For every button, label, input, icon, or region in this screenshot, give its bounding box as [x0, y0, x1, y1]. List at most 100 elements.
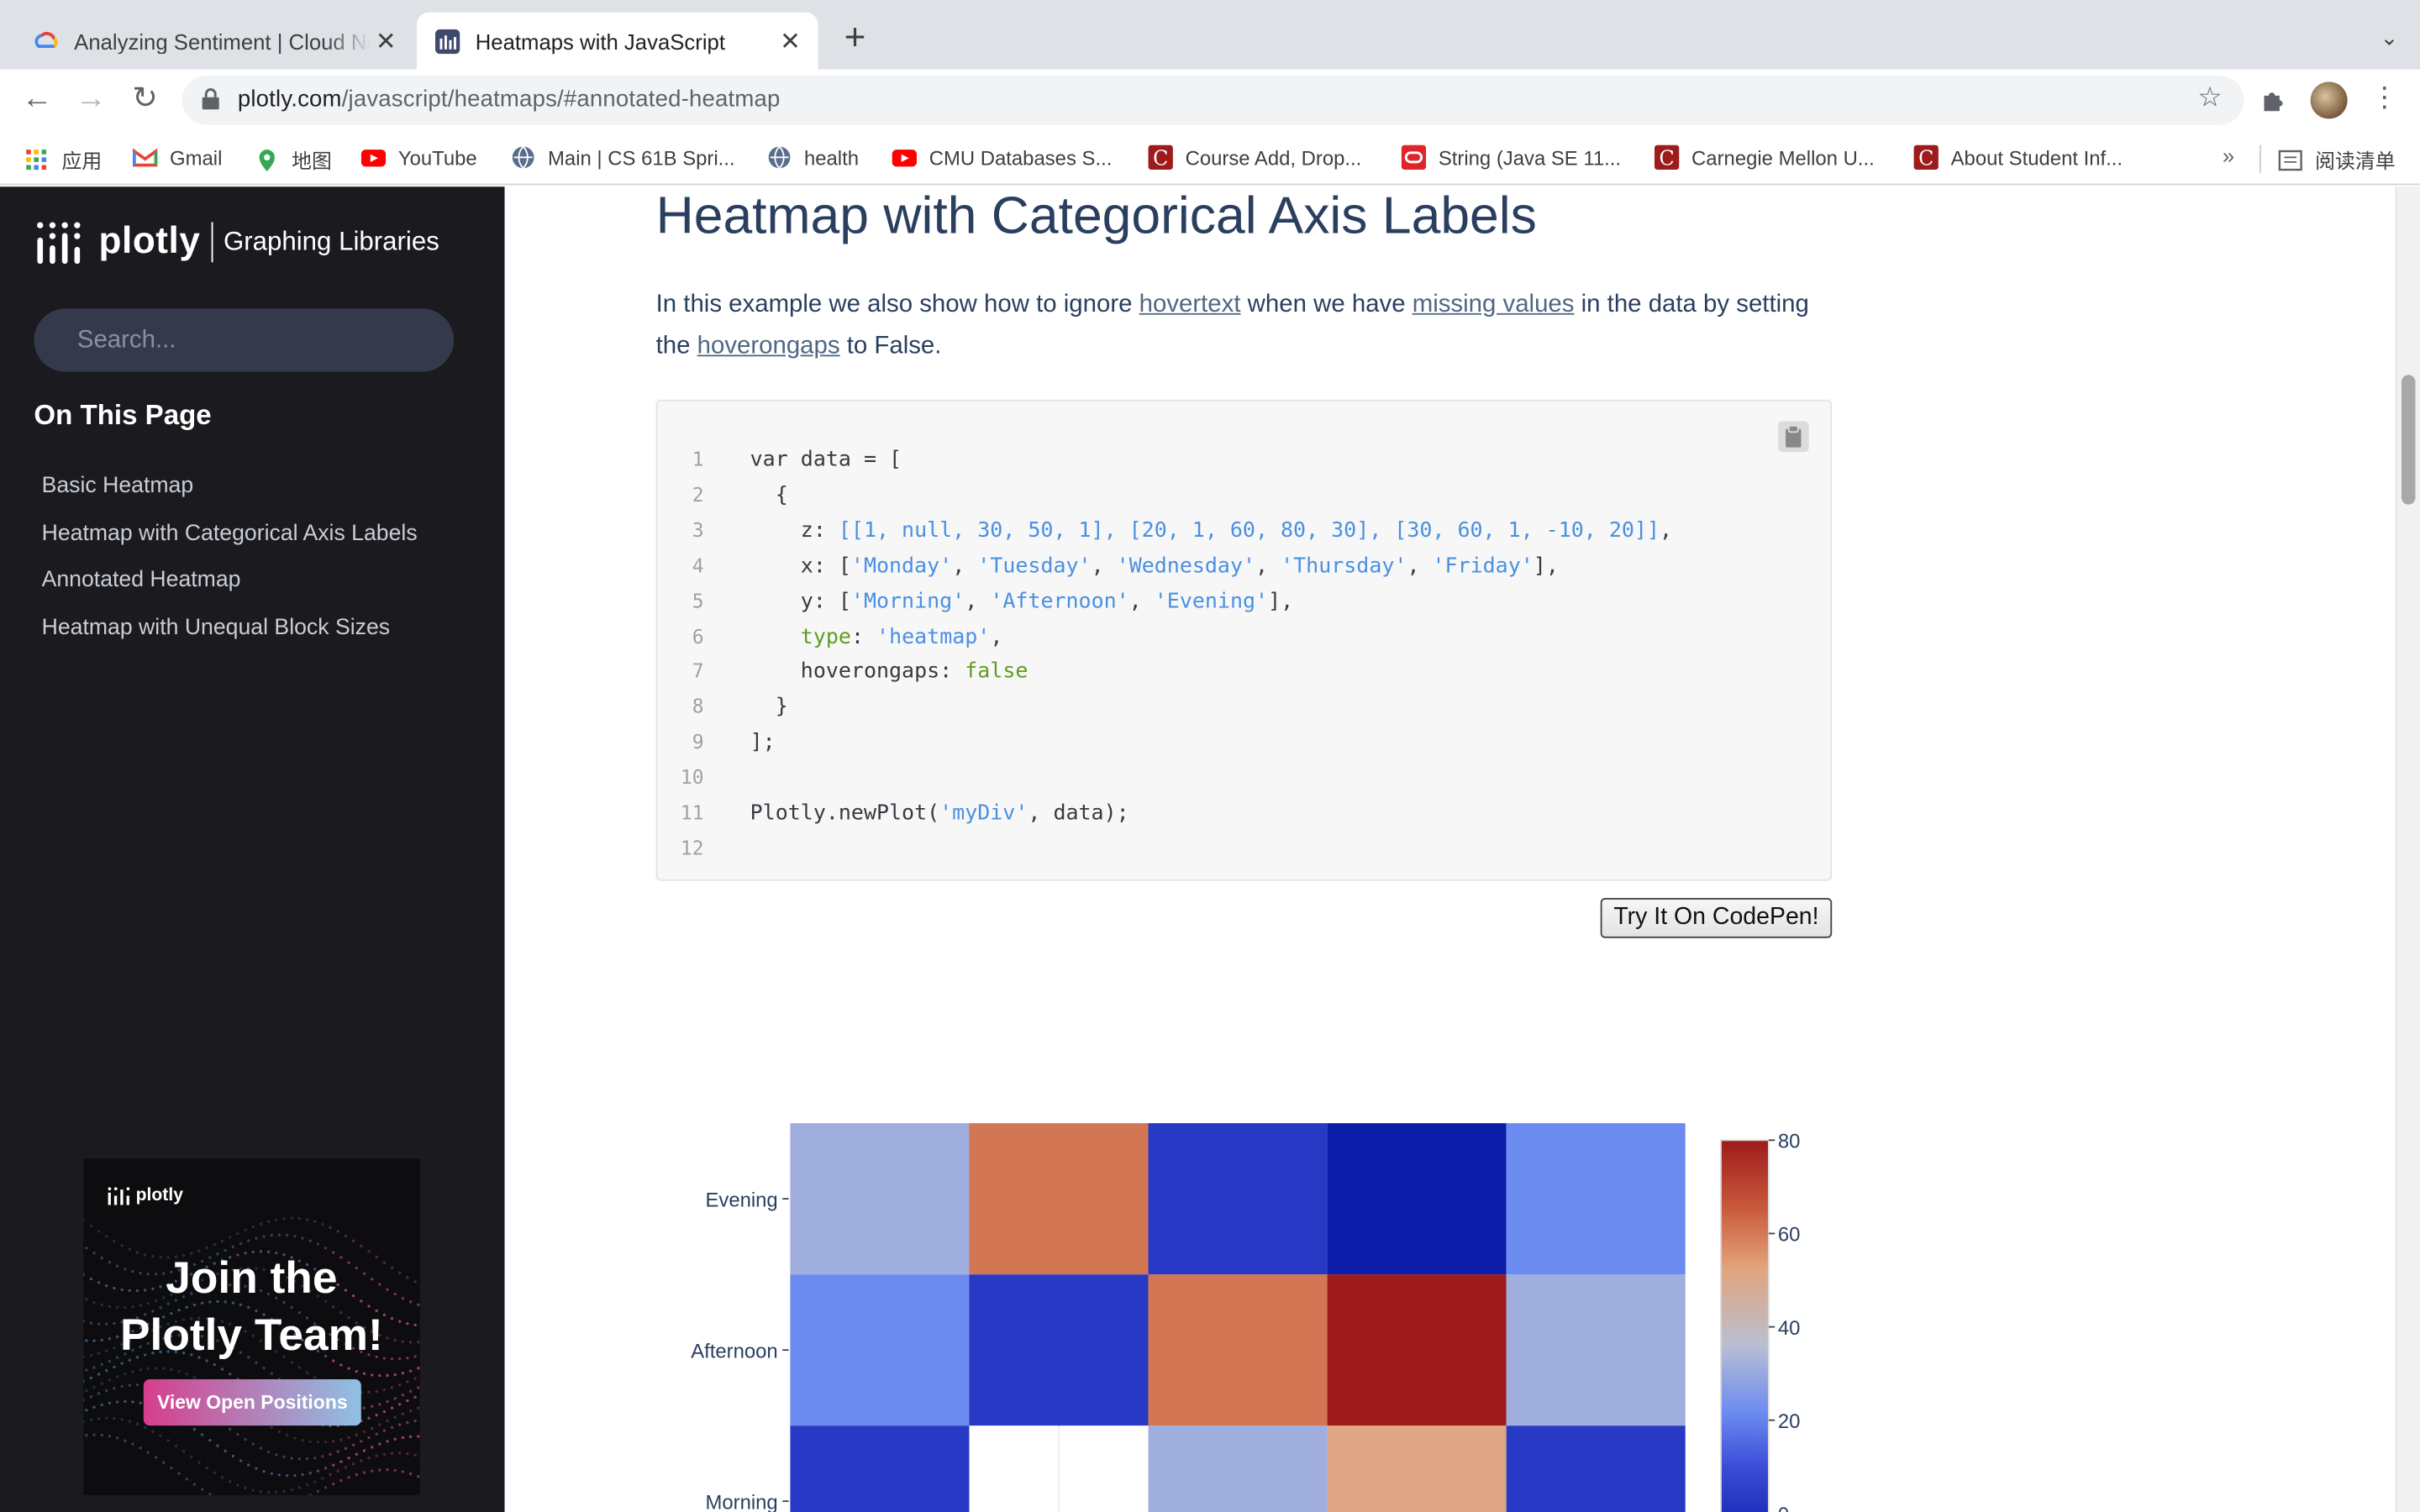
google-cloud-icon — [34, 31, 58, 48]
heatmap-cell — [1506, 1123, 1686, 1275]
bookmark-item[interactable]: 地图 — [255, 145, 332, 175]
logo-subtitle: Graphing Libraries — [223, 227, 439, 256]
colorbar-tick-label: 80 — [1778, 1131, 1801, 1153]
address-bar[interactable]: plotly.com/javascript/heatmaps/#annotate… — [182, 76, 2244, 125]
svg-text:C: C — [1918, 147, 1933, 171]
bookmark-item[interactable]: health — [767, 145, 859, 170]
heatmap-cell — [1148, 1274, 1328, 1426]
bookmark-label: 地图 — [292, 150, 332, 173]
tab-analyzing-sentiment[interactable]: Analyzing Sentiment | Cloud Natural Lang… — [15, 13, 413, 70]
toc-item-basic-heatmap[interactable]: Basic Heatmap — [42, 470, 418, 517]
tab-bar: Analyzing Sentiment | Cloud Natural Lang… — [0, 0, 2420, 70]
apps-grid-icon — [26, 149, 47, 170]
toc-item-annotated-heatmap[interactable]: Annotated Heatmap — [42, 564, 418, 612]
promo-logo-text: plotly — [135, 1186, 183, 1205]
close-tab-icon[interactable]: ✕ — [775, 25, 806, 56]
close-tab-icon[interactable]: ✕ — [371, 25, 402, 56]
divider — [2259, 144, 2261, 173]
profile-avatar[interactable] — [2310, 81, 2348, 119]
reload-icon[interactable]: ↻ — [127, 81, 164, 118]
colorbar-tick-label: 60 — [1778, 1224, 1801, 1247]
more-menu-icon[interactable]: ⋮ — [2370, 81, 2398, 114]
bookmark-label: Course Add, Drop... — [1185, 145, 1362, 170]
colorbar-tick-label: 0 — [1778, 1504, 1789, 1512]
toc-list: Basic Heatmap Heatmap with Categorical A… — [42, 470, 418, 659]
divider — [211, 222, 213, 263]
colorbar-tick-label: 20 — [1778, 1410, 1801, 1433]
cmu-icon: C — [1913, 144, 1939, 171]
heatmap-cell — [1148, 1425, 1328, 1512]
bookmark-label: Main | CS 61B Spri... — [548, 145, 735, 170]
toc-item-categorical-axis-labels[interactable]: Heatmap with Categorical Axis Labels — [42, 517, 418, 564]
plotly-logo-icon — [108, 1187, 130, 1205]
tab-heatmaps[interactable]: Heatmaps with JavaScript ✕ — [416, 12, 818, 70]
on-this-page-heading: On This Page — [34, 399, 212, 431]
logo-wordmark: plotly — [98, 220, 201, 263]
colorbar-tick-label: 40 — [1778, 1317, 1801, 1340]
cmu-icon: C — [1654, 144, 1680, 171]
search-input[interactable] — [34, 308, 455, 372]
url-text: plotly.com/javascript/heatmaps/#annotate… — [237, 86, 781, 113]
more-bookmarks-chevron-icon[interactable]: » — [2223, 144, 2234, 168]
globe-icon — [768, 145, 791, 169]
heatmap-cell — [1327, 1274, 1507, 1426]
new-tab-plus-icon[interactable]: + — [837, 19, 874, 59]
page-scrollbar[interactable] — [2395, 186, 2420, 1512]
youtube-icon — [892, 150, 918, 167]
plotly-logo[interactable]: plotly Graphing Libraries — [34, 218, 439, 267]
heatmap-cell — [790, 1274, 970, 1426]
heatmap-cell — [969, 1274, 1149, 1426]
tab-title: Analyzing Sentiment | Cloud Natural Lang… — [74, 28, 371, 54]
heatmap-cell — [1506, 1274, 1686, 1426]
promo-logo: plotly — [108, 1186, 183, 1205]
bookmarks-bar: » 阅读清单 应用 Gmail 地图 YouTube Main | CS 61B Spr… — [0, 131, 2420, 186]
y-tick-label: Afternoon — [691, 1340, 777, 1362]
heatmap-cell — [1327, 1425, 1507, 1512]
toc-item-unequal-block-sizes[interactable]: Heatmap with Unequal Block Sizes — [42, 612, 418, 659]
maps-pin-icon — [259, 149, 275, 171]
bookmark-item[interactable]: CMU Databases S... — [892, 145, 1113, 170]
promo-headline: Join the Plotly Team! — [83, 1252, 419, 1366]
reading-list-label: 阅读清单 — [2315, 150, 2396, 173]
docs-sidebar: plotly Graphing Libraries On This Page B… — [0, 186, 505, 1512]
youtube-icon — [360, 150, 387, 167]
browser-toolbar: ← → ↻ plotly.com/javascript/heatmaps/#an… — [0, 69, 2420, 132]
bookmark-item[interactable]: Gmail — [132, 145, 223, 170]
bookmark-item[interactable]: C Course Add, Drop... — [1148, 144, 1362, 171]
lock-icon — [202, 88, 219, 110]
gmail-icon — [132, 148, 158, 167]
colorbar — [1720, 1139, 1770, 1512]
reading-list-button[interactable]: 阅读清单 — [2278, 145, 2396, 175]
forward-arrow-icon[interactable]: → — [72, 81, 109, 118]
globe-icon — [512, 145, 534, 169]
heatmap-cell — [790, 1123, 970, 1275]
plotly-favicon-icon — [434, 28, 460, 54]
heatmap-cell — [1506, 1425, 1686, 1512]
bookmark-star-icon[interactable]: ☆ — [2197, 81, 2223, 114]
bookmark-item[interactable]: 应用 — [24, 145, 102, 175]
docs-search[interactable] — [34, 308, 455, 372]
bookmark-item[interactable]: C About Student Inf... — [1913, 144, 2123, 171]
svg-text:C: C — [1660, 147, 1675, 171]
bookmark-label: Gmail — [170, 145, 223, 170]
bookmark-item[interactable]: String (Java SE 11... — [1401, 144, 1621, 171]
cmu-icon: C — [1148, 144, 1173, 171]
extensions-puzzle-icon[interactable] — [2260, 87, 2287, 114]
main-content: Heatmap with Categorical Axis Labels In … — [504, 186, 2396, 1512]
promo-headline-line-2: Plotly Team! — [120, 1311, 383, 1362]
heatmap-chart: Morning Afternoon Evening 0 20 40 60 80 — [691, 1123, 1801, 1512]
back-arrow-icon[interactable]: ← — [18, 81, 55, 118]
heatmap-cell — [969, 1123, 1149, 1275]
bookmark-label: CMU Databases S... — [929, 145, 1113, 170]
bookmark-item[interactable]: YouTube — [360, 145, 477, 170]
scrollbar-thumb[interactable] — [2401, 375, 2416, 505]
plotly-logo-icon — [37, 222, 81, 265]
bookmark-item[interactable]: Main | CS 61B Spri... — [511, 145, 735, 170]
bookmark-item[interactable]: C Carnegie Mellon U... — [1654, 144, 1875, 171]
bookmark-label: health — [803, 145, 859, 170]
tab-title: Heatmaps with JavaScript — [475, 28, 725, 54]
view-open-positions-button[interactable]: View Open Positions — [143, 1379, 361, 1426]
chevron-down-icon[interactable]: ⌄ — [2381, 24, 2399, 50]
bookmark-label: 应用 — [61, 150, 103, 173]
join-team-ad[interactable]: plotly Join the Plotly Team! View Open P… — [83, 1158, 420, 1495]
